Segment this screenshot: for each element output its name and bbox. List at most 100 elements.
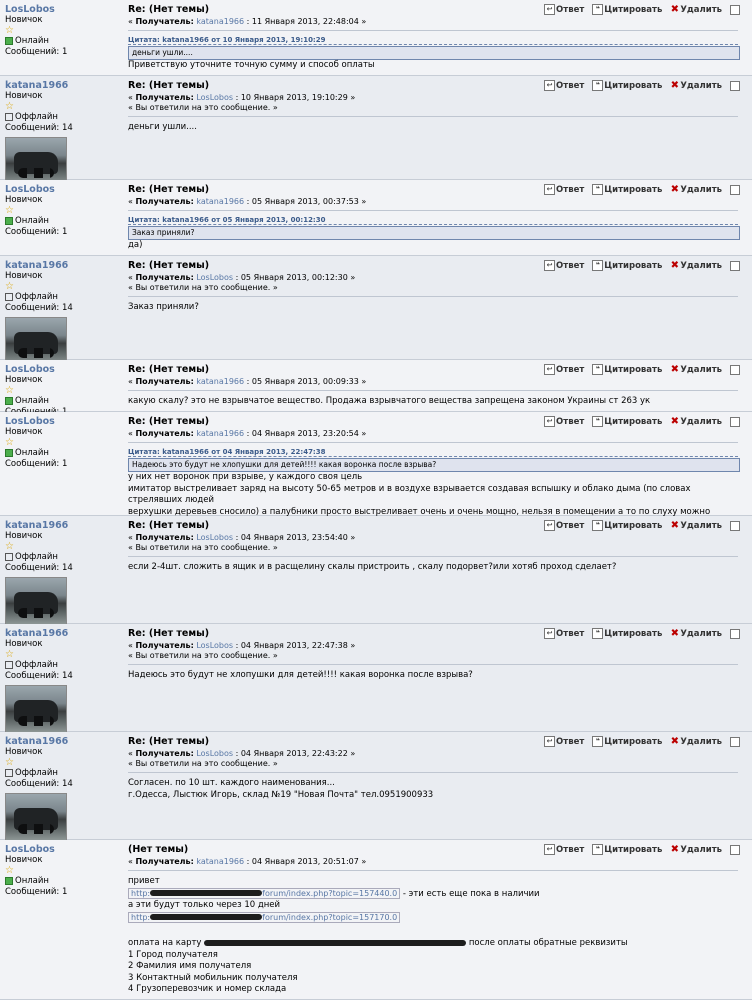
reply-button[interactable]: ↩ Ответ	[544, 184, 584, 195]
status-label: Онлайн	[15, 36, 49, 46]
delete-button[interactable]: ✖Удалить	[670, 185, 722, 196]
divider	[128, 116, 738, 117]
recipient-link[interactable]: katana1966	[196, 429, 244, 438]
quote-button[interactable]: ❝ Цитировать	[592, 80, 662, 91]
message-line: Согласен. по 10 шт. каждого наименования…	[128, 778, 335, 788]
reply-icon: ↩	[544, 260, 556, 271]
reply-button[interactable]: ↩ Ответ	[544, 628, 584, 639]
avatar[interactable]	[5, 685, 67, 733]
select-checkbox[interactable]	[730, 4, 740, 15]
delete-button[interactable]: ✖Удалить	[670, 845, 722, 856]
avatar[interactable]	[5, 137, 67, 185]
select-checkbox[interactable]	[730, 80, 740, 91]
reply-icon: ↩	[544, 736, 556, 747]
author-name-link[interactable]: LosLobos	[5, 184, 120, 195]
reply-button[interactable]: ↩ Ответ	[544, 844, 585, 855]
delete-button[interactable]: ✖Удалить	[670, 737, 722, 748]
recipient-link[interactable]: LosLobos	[196, 273, 233, 282]
reply-label: Ответ	[556, 845, 585, 855]
reply-button[interactable]: ↩ Ответ	[544, 80, 584, 91]
message-link[interactable]: http: forum/index.php?topic=157170.0	[128, 911, 401, 923]
avatar[interactable]	[5, 577, 67, 625]
quote-button[interactable]: ❝ Цитировать	[592, 844, 662, 855]
recipient-link[interactable]: LosLobos	[196, 749, 233, 758]
message-link[interactable]: http: forum/index.php?topic=157440.0	[128, 887, 401, 899]
select-checkbox[interactable]	[730, 520, 740, 531]
quote-icon: ❝	[592, 520, 604, 531]
select-checkbox[interactable]	[730, 736, 740, 747]
quote-button[interactable]: ❝ Цитировать	[592, 184, 662, 195]
reply-button[interactable]: ↩ Ответ	[544, 364, 584, 375]
quote-button[interactable]: ❝ Цитировать	[592, 628, 662, 639]
replied-note: « Вы ответили на это сообщение. »	[128, 103, 278, 112]
reply-button[interactable]: ↩ Ответ	[544, 260, 584, 271]
select-checkbox[interactable]	[730, 364, 740, 375]
delete-button[interactable]: ✖Удалить	[670, 5, 722, 16]
quote-button[interactable]: ❝ Цитировать	[592, 520, 662, 531]
author-name-link[interactable]: LosLobos	[5, 364, 120, 375]
author-rank: Новичок	[5, 195, 43, 205]
quote-button[interactable]: ❝ Цитировать	[592, 416, 662, 427]
delete-button[interactable]: ✖Удалить	[670, 365, 722, 376]
reply-button[interactable]: ↩ Ответ	[544, 520, 584, 531]
reply-button[interactable]: ↩ Ответ	[544, 736, 585, 747]
author-name-link[interactable]: LosLobos	[5, 416, 120, 427]
reply-button[interactable]: ↩ Ответ	[544, 416, 584, 427]
recipient-link[interactable]: katana1966	[196, 197, 244, 206]
quote-button[interactable]: ❝ Цитировать	[592, 260, 663, 271]
reply-button[interactable]: ↩ Ответ	[544, 4, 584, 15]
post-count: Сообщений: 14	[5, 779, 73, 789]
divider	[128, 296, 738, 297]
recipient-link[interactable]: LosLobos	[196, 533, 233, 542]
online-status: Онлайн	[5, 36, 120, 47]
reply-icon: ↩	[544, 520, 556, 531]
delete-icon: ✖	[670, 520, 680, 531]
author-name-link[interactable]: katana1966	[5, 80, 120, 91]
author-name-link[interactable]: katana1966	[5, 736, 120, 747]
author-name-link[interactable]: LosLobos	[5, 4, 120, 15]
delete-button[interactable]: ✖Удалить	[670, 629, 722, 640]
recipient-link[interactable]: LosLobos	[196, 641, 233, 650]
post-count: Сообщений: 14	[5, 563, 73, 573]
replied-note: « Вы ответили на это сообщение. »	[128, 543, 278, 552]
rank-star-icon: ☆	[5, 541, 14, 552]
avatar[interactable]	[5, 793, 67, 841]
message-text: оплата на карту	[128, 938, 202, 948]
select-checkbox[interactable]	[730, 260, 740, 271]
author-name-link[interactable]: katana1966	[5, 520, 120, 531]
select-checkbox[interactable]	[730, 416, 740, 427]
recipient-link[interactable]: katana1966	[196, 377, 244, 386]
select-checkbox[interactable]	[730, 844, 740, 855]
select-checkbox[interactable]	[730, 184, 740, 195]
delete-button[interactable]: ✖Удалить	[670, 261, 722, 272]
quote-label: Цитировать	[604, 261, 663, 271]
author-name-link[interactable]: katana1966	[5, 628, 120, 639]
quote-label: Цитировать	[604, 5, 663, 15]
online-status: Оффлайн	[5, 552, 120, 563]
divider	[128, 442, 738, 443]
message-post: katana1966 Новичок ☆ Оффлайн Сообщений: 14 Re…	[0, 732, 752, 841]
delete-button[interactable]: ✖Удалить	[670, 520, 722, 532]
select-checkbox[interactable]	[730, 628, 740, 639]
avatar[interactable]	[5, 317, 67, 365]
author-name-link[interactable]: katana1966	[5, 260, 120, 271]
delete-button[interactable]: ✖Удалить	[670, 81, 722, 92]
post-count: Сообщений: 1	[5, 227, 68, 237]
quote-button[interactable]: ❝ Цитировать	[592, 4, 663, 15]
quote-header: Цитата: katana1966 от 05 Января 2013, 00…	[128, 216, 738, 225]
replied-note: « Вы ответили на это сообщение. »	[128, 759, 278, 768]
author-rank: Новичок	[5, 375, 43, 385]
redacted-mark	[150, 890, 263, 896]
status-indicator-icon	[5, 552, 13, 561]
recipient-link[interactable]: katana1966	[196, 17, 244, 26]
reply-label: Ответ	[556, 737, 585, 747]
list-item: 1 Город получателя	[128, 949, 218, 960]
author-name-link[interactable]: LosLobos	[5, 844, 120, 855]
recipient-link[interactable]: LosLobos	[196, 93, 233, 102]
quote-button[interactable]: ❝ Цитировать	[592, 736, 662, 747]
delete-button[interactable]: ✖Удалить	[670, 417, 722, 428]
recipient-link[interactable]: katana1966	[196, 857, 244, 866]
quote-button[interactable]: ❝ Цитировать	[592, 364, 662, 375]
online-status: Оффлайн	[5, 768, 120, 779]
